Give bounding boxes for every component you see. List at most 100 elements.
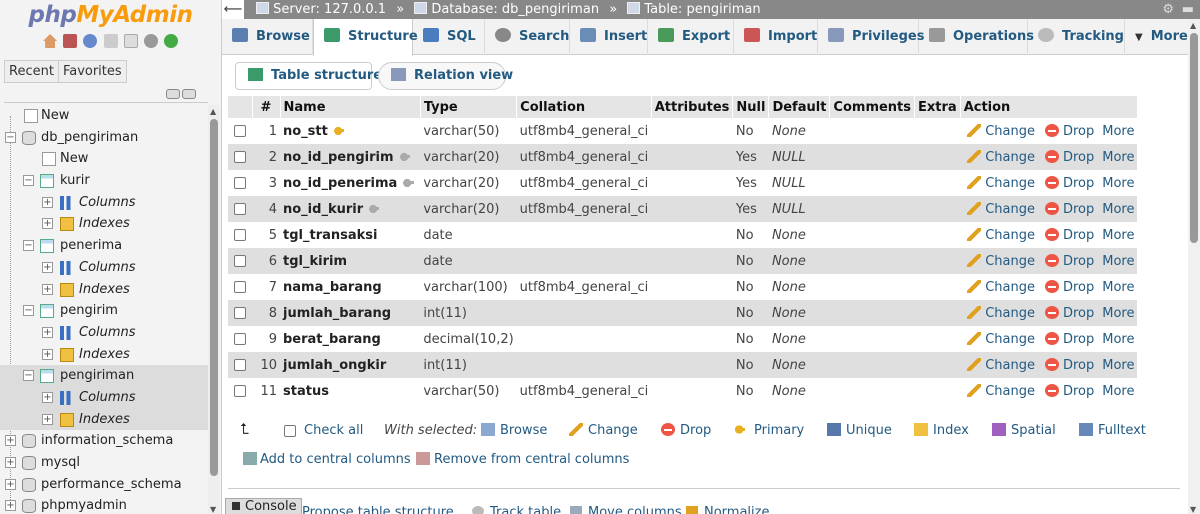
header-comments[interactable]: Comments [829, 96, 916, 118]
collapse-all-icon[interactable] [166, 89, 180, 99]
header-null[interactable]: Null [732, 96, 770, 118]
tree-item-new-table[interactable]: New [0, 148, 210, 170]
drop-button[interactable]: Drop [1044, 305, 1094, 321]
tab-privileges[interactable]: Privileges [818, 19, 924, 55]
tree-item-indexes[interactable]: + Indexes [0, 344, 210, 366]
add-central-columns-button[interactable]: Add to central columns [243, 452, 411, 467]
logout-icon[interactable] [63, 34, 78, 48]
expand-icon[interactable]: + [42, 218, 53, 230]
tab-import[interactable]: Import [734, 19, 818, 55]
bulk-change-button[interactable]: Change [569, 423, 638, 438]
phpmyadmin-logo[interactable]: phpMyAdmin [0, 0, 221, 32]
more-button[interactable]: More [1102, 228, 1134, 243]
home-icon[interactable] [43, 34, 58, 48]
more-button[interactable]: More [1102, 332, 1134, 347]
normalize-link[interactable]: Normalize [686, 505, 769, 514]
row-checkbox[interactable] [234, 229, 246, 241]
expand-icon[interactable]: + [42, 391, 53, 403]
tab-export[interactable]: Export [648, 19, 734, 55]
more-button[interactable]: More [1102, 202, 1134, 217]
expand-icon[interactable]: + [42, 326, 53, 338]
header-type[interactable]: Type [420, 96, 518, 118]
help-icon[interactable] [83, 34, 98, 48]
header-default[interactable]: Default [768, 96, 831, 118]
tree-item-db-information-schema[interactable]: + information_schema [0, 430, 210, 452]
expand-icon[interactable]: + [5, 500, 16, 512]
change-button[interactable]: Change [967, 123, 1035, 139]
drop-button[interactable]: Drop [1044, 175, 1094, 191]
more-button[interactable]: More [1102, 176, 1134, 191]
more-button[interactable]: More [1102, 150, 1134, 165]
expand-icon[interactable]: + [42, 261, 53, 273]
docs-icon[interactable] [103, 34, 118, 48]
header-num[interactable]: # [252, 96, 281, 118]
relation-view-button[interactable]: Relation view [378, 62, 513, 90]
collapse-icon[interactable]: − [5, 131, 16, 143]
check-all[interactable]: Check all [284, 423, 363, 438]
main-scrollbar[interactable]: ▲ ▼ [1188, 19, 1200, 514]
drop-button[interactable]: Drop [1044, 279, 1094, 295]
gear-icon[interactable] [143, 34, 158, 48]
collapse-top-icon[interactable]: ▬ [1182, 0, 1194, 19]
nav-scrollbar[interactable]: ▲ ▼ [208, 105, 220, 514]
gear-icon[interactable]: ⚙ [1162, 0, 1174, 19]
row-checkbox[interactable] [234, 333, 246, 345]
row-checkbox[interactable] [234, 203, 246, 215]
expand-icon[interactable]: + [5, 435, 16, 447]
remove-central-columns-button[interactable]: Remove from central columns [416, 452, 629, 467]
more-button[interactable]: More [1102, 124, 1134, 139]
tree-item-table-penerima[interactable]: − penerima [0, 235, 210, 257]
tree-item-columns[interactable]: + Columns [0, 257, 210, 279]
tab-tracking[interactable]: Tracking [1028, 19, 1125, 55]
propose-table-structure-link[interactable]: Propose table structure [302, 505, 454, 514]
bulk-spatial-button[interactable]: Spatial [992, 423, 1056, 438]
header-collation[interactable]: Collation [516, 96, 652, 118]
tree-item-table-pengiriman[interactable]: − pengiriman [0, 365, 210, 387]
bulk-browse-button[interactable]: Browse [481, 423, 547, 438]
bulk-primary-button[interactable]: Primary [735, 423, 804, 438]
change-button[interactable]: Change [967, 357, 1035, 373]
more-button[interactable]: More [1102, 280, 1134, 295]
change-button[interactable]: Change [967, 383, 1035, 399]
drop-button[interactable]: Drop [1044, 357, 1094, 373]
drop-button[interactable]: Drop [1044, 331, 1094, 347]
collapse-icon[interactable]: − [23, 370, 34, 382]
tree-item-indexes[interactable]: + Indexes [0, 408, 210, 431]
header-name[interactable]: Name [280, 96, 421, 118]
tab-operations[interactable]: Operations [919, 19, 1034, 55]
tree-item-db-phpmyadmin[interactable]: + phpmyadmin [0, 495, 210, 514]
row-checkbox[interactable] [234, 307, 246, 319]
change-button[interactable]: Change [967, 331, 1035, 347]
tree-item-indexes[interactable]: + Indexes [0, 213, 210, 235]
tree-item-db-performance-schema[interactable]: + performance_schema [0, 474, 210, 496]
row-checkbox[interactable] [234, 385, 246, 397]
drop-button[interactable]: Drop [1044, 383, 1094, 399]
copy-icon[interactable] [123, 34, 138, 48]
expand-icon[interactable]: + [42, 413, 53, 425]
tab-search[interactable]: Search [485, 19, 570, 55]
bulk-index-button[interactable]: Index [914, 423, 969, 438]
move-columns-link[interactable]: Move columns [570, 505, 682, 514]
tab-sql[interactable]: SQL [413, 19, 485, 55]
more-button[interactable]: More [1102, 306, 1134, 321]
expand-icon[interactable]: + [5, 457, 16, 468]
tree-item-columns[interactable]: + Columns [0, 192, 210, 214]
drop-button[interactable]: Drop [1044, 227, 1094, 243]
favorites-tab[interactable]: Favorites [57, 60, 127, 83]
check-all-checkbox[interactable] [284, 424, 296, 437]
row-checkbox[interactable] [234, 359, 246, 371]
link-icon[interactable] [182, 89, 196, 99]
more-button[interactable]: More [1102, 384, 1134, 399]
console-button[interactable]: Console [225, 498, 302, 514]
change-button[interactable]: Change [967, 227, 1035, 243]
tree-item-columns[interactable]: + Columns [0, 386, 210, 409]
more-button[interactable]: More [1102, 254, 1134, 269]
change-button[interactable]: Change [967, 253, 1035, 269]
change-button[interactable]: Change [967, 279, 1035, 295]
row-checkbox[interactable] [234, 177, 246, 189]
row-checkbox[interactable] [234, 151, 246, 163]
header-extra[interactable]: Extra [914, 96, 961, 118]
more-button[interactable]: More [1102, 358, 1134, 373]
tree-item-db-mysql[interactable]: + mysql [0, 452, 210, 474]
bulk-unique-button[interactable]: Unique [827, 423, 892, 438]
